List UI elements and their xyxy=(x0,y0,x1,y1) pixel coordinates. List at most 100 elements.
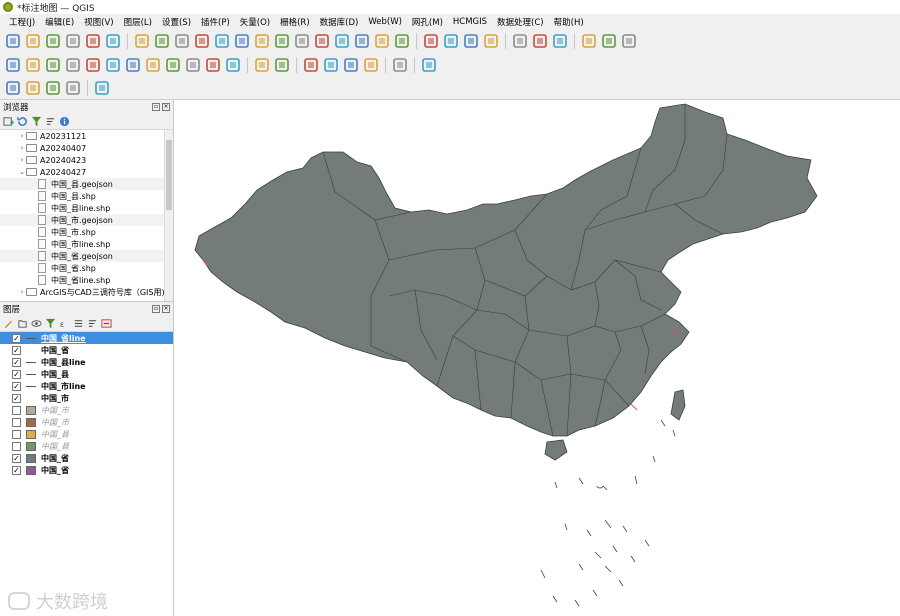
collapse-all-icon[interactable] xyxy=(87,318,98,329)
browser-folder-item[interactable]: ⌄ A20240427 xyxy=(0,166,173,178)
browser-folder-item[interactable]: › A20231121 xyxy=(0,130,173,142)
browser-file-item[interactable]: 中国_市.geojson xyxy=(0,214,173,226)
save-project-icon[interactable] xyxy=(44,32,62,50)
expression-filter-icon[interactable]: ε xyxy=(59,318,70,329)
menu-item[interactable]: 插件(P) xyxy=(196,16,235,28)
layer-item[interactable]: ✓ 中国_市line xyxy=(0,380,173,392)
label-icon[interactable] xyxy=(253,56,271,74)
cloud-icon[interactable] xyxy=(4,79,22,97)
menu-item[interactable]: 设置(S) xyxy=(157,16,196,28)
expand-caret-icon[interactable]: ⌄ xyxy=(18,168,26,176)
copy-icon[interactable] xyxy=(164,56,182,74)
settings-icon[interactable] xyxy=(620,32,638,50)
label-props-icon[interactable] xyxy=(362,56,380,74)
browser-folder-item[interactable]: › A20240407 xyxy=(0,142,173,154)
layer-visibility-checkbox[interactable]: ✓ xyxy=(12,345,21,355)
menu-item[interactable]: 数据处理(C) xyxy=(492,16,549,28)
menu-item[interactable]: HCMGIS xyxy=(448,17,492,27)
browser-file-item[interactable]: 中国_市.shp xyxy=(0,226,173,238)
vertex-tool-icon[interactable] xyxy=(44,56,62,74)
node-tool-icon[interactable] xyxy=(104,56,122,74)
layer-visibility-checkbox[interactable]: ✓ xyxy=(12,369,21,379)
zoom-next-icon[interactable] xyxy=(293,32,311,50)
menu-item[interactable]: 图层(L) xyxy=(119,16,157,28)
float-icon[interactable]: ▫ xyxy=(152,305,160,313)
float-icon[interactable]: ▫ xyxy=(152,103,160,111)
new-bookmark-icon[interactable] xyxy=(333,32,351,50)
collapse-all-icon[interactable] xyxy=(45,116,56,127)
expand-caret-icon[interactable]: › xyxy=(18,144,26,152)
temporal-icon[interactable] xyxy=(373,32,391,50)
layer-item[interactable]: ✓ 中国_省 xyxy=(0,464,173,476)
label-pin-icon[interactable] xyxy=(273,56,291,74)
field-calculator-icon[interactable] xyxy=(580,32,598,50)
browser-file-item[interactable]: 中国_县.geojson xyxy=(0,178,173,190)
sum-icon[interactable] xyxy=(551,32,569,50)
filter-legend-icon[interactable] xyxy=(45,318,56,329)
layer-item[interactable]: 中国_县 xyxy=(0,440,173,452)
layout-manager-icon[interactable] xyxy=(104,32,122,50)
close-icon[interactable]: × xyxy=(162,103,170,111)
add-selected-icon[interactable] xyxy=(3,116,14,127)
select-features-icon[interactable] xyxy=(442,32,460,50)
browser-file-item[interactable]: 中国_县line.shp xyxy=(0,202,173,214)
menu-item[interactable]: 栅格(R) xyxy=(275,16,315,28)
zoom-native-icon[interactable] xyxy=(313,32,331,50)
expand-caret-icon[interactable]: › xyxy=(18,132,26,140)
help-icon[interactable] xyxy=(420,56,438,74)
filter-icon[interactable] xyxy=(31,116,42,127)
measure-icon[interactable] xyxy=(511,32,529,50)
rotate-label-icon[interactable] xyxy=(302,56,320,74)
layer-visibility-checkbox[interactable]: ✓ xyxy=(12,453,21,463)
layer-item[interactable]: ✓ 中国_县 xyxy=(0,368,173,380)
scrollbar-thumb[interactable] xyxy=(166,140,172,210)
search-icon[interactable] xyxy=(44,79,62,97)
show-labels-icon[interactable] xyxy=(342,56,360,74)
zoom-in-icon[interactable] xyxy=(173,32,191,50)
layer-item[interactable]: ✓ 中国_省 xyxy=(0,452,173,464)
layer-visibility-checkbox[interactable]: ✓ xyxy=(12,465,21,475)
layer-item[interactable]: ✓ 中国_省 xyxy=(0,344,173,356)
layer-visibility-checkbox[interactable]: ✓ xyxy=(12,333,21,343)
python-icon[interactable] xyxy=(391,56,409,74)
layer-item[interactable]: ✓ 中国_市 xyxy=(0,392,173,404)
pan-icon[interactable] xyxy=(133,32,151,50)
text-tool-icon[interactable] xyxy=(93,79,111,97)
redo-icon[interactable] xyxy=(224,56,242,74)
tip-icon[interactable] xyxy=(600,32,618,50)
layer-visibility-checkbox[interactable]: ✓ xyxy=(12,393,21,403)
refresh-icon[interactable] xyxy=(393,32,411,50)
browser-file-item[interactable]: 中国_省.shp xyxy=(0,262,173,274)
undo-icon[interactable] xyxy=(204,56,222,74)
zoom-full-icon[interactable] xyxy=(213,32,231,50)
info-icon[interactable] xyxy=(59,116,70,127)
map-canvas[interactable] xyxy=(175,100,900,616)
digitize-icon[interactable] xyxy=(4,56,22,74)
close-icon[interactable]: × xyxy=(162,305,170,313)
browser-scrollbar[interactable] xyxy=(164,130,173,301)
expand-caret-icon[interactable]: › xyxy=(18,288,26,296)
layer-visibility-checkbox[interactable] xyxy=(12,429,21,439)
print-layout-icon[interactable] xyxy=(84,32,102,50)
layer-visibility-checkbox[interactable] xyxy=(12,441,21,451)
gear-icon[interactable] xyxy=(24,79,42,97)
menu-item[interactable]: 编辑(E) xyxy=(40,16,79,28)
menu-item[interactable]: 视图(V) xyxy=(79,16,118,28)
layer-item[interactable]: 中国_市 xyxy=(0,416,173,428)
select-icon[interactable] xyxy=(64,79,82,97)
show-bookmarks-icon[interactable] xyxy=(353,32,371,50)
expand-caret-icon[interactable]: › xyxy=(18,156,26,164)
menu-item[interactable]: 数据库(D) xyxy=(315,16,364,28)
move-feature-icon[interactable] xyxy=(84,56,102,74)
menu-item[interactable]: 矢量(O) xyxy=(235,16,275,28)
save-as-icon[interactable] xyxy=(64,32,82,50)
save-edits-icon[interactable] xyxy=(24,56,42,74)
browser-folder-item[interactable]: › ArcGIS与CAD三调符号库（GIS用) xyxy=(0,286,173,298)
expand-all-icon[interactable] xyxy=(73,318,84,329)
new-project-icon[interactable] xyxy=(4,32,22,50)
layer-item[interactable]: ✓ 中国_县line xyxy=(0,356,173,368)
pan-to-selection-icon[interactable] xyxy=(153,32,171,50)
visibility-icon[interactable] xyxy=(31,318,42,329)
change-label-icon[interactable] xyxy=(322,56,340,74)
layer-item[interactable]: 中国_市 xyxy=(0,404,173,416)
